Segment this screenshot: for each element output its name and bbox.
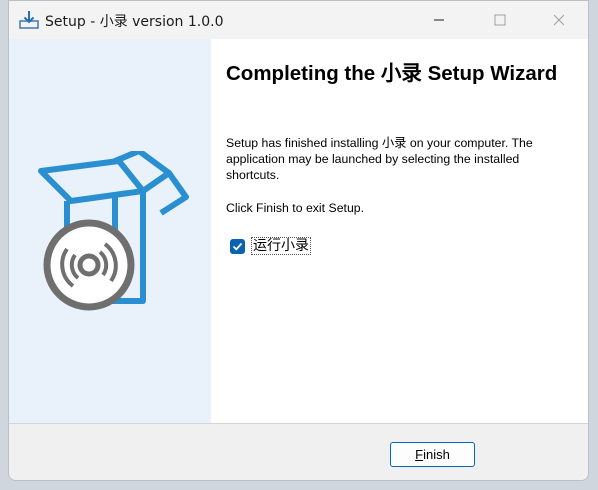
title-bar[interactable]: Setup - 小录 version 1.0.0 [9, 1, 588, 39]
finish-message: Setup has finished installing 小录 on your… [226, 136, 533, 182]
close-icon [553, 14, 565, 26]
close-button[interactable] [530, 1, 588, 39]
installer-download-icon [19, 11, 39, 29]
run-app-checkbox[interactable] [230, 238, 245, 254]
minimize-icon [434, 19, 444, 21]
maximize-button[interactable] [471, 1, 529, 39]
page-title: Completing the 小录 Setup Wizard [226, 62, 558, 85]
wizard-footer: Finish [9, 423, 588, 480]
wizard-side-panel [9, 39, 211, 423]
run-app-option[interactable]: 运行小录 [230, 237, 311, 255]
maximize-icon [494, 14, 506, 26]
run-app-checkbox-label[interactable]: 运行小录 [251, 237, 311, 255]
checkmark-icon [232, 242, 243, 251]
finish-button-label: inish [423, 447, 450, 462]
finish-access-key: F [415, 447, 424, 462]
wizard-content: Completing the 小录 Setup Wizard Setup has… [211, 39, 588, 423]
minimize-button[interactable] [410, 1, 468, 39]
finish-button[interactable]: Finish [390, 442, 475, 467]
window-title: Setup - 小录 version 1.0.0 [45, 14, 224, 30]
exit-instructions: Click Finish to exit Setup. [226, 201, 365, 215]
setup-window: Setup - 小录 version 1.0.0 Completing the … [8, 0, 589, 481]
software-box-disc-icon [38, 151, 189, 311]
